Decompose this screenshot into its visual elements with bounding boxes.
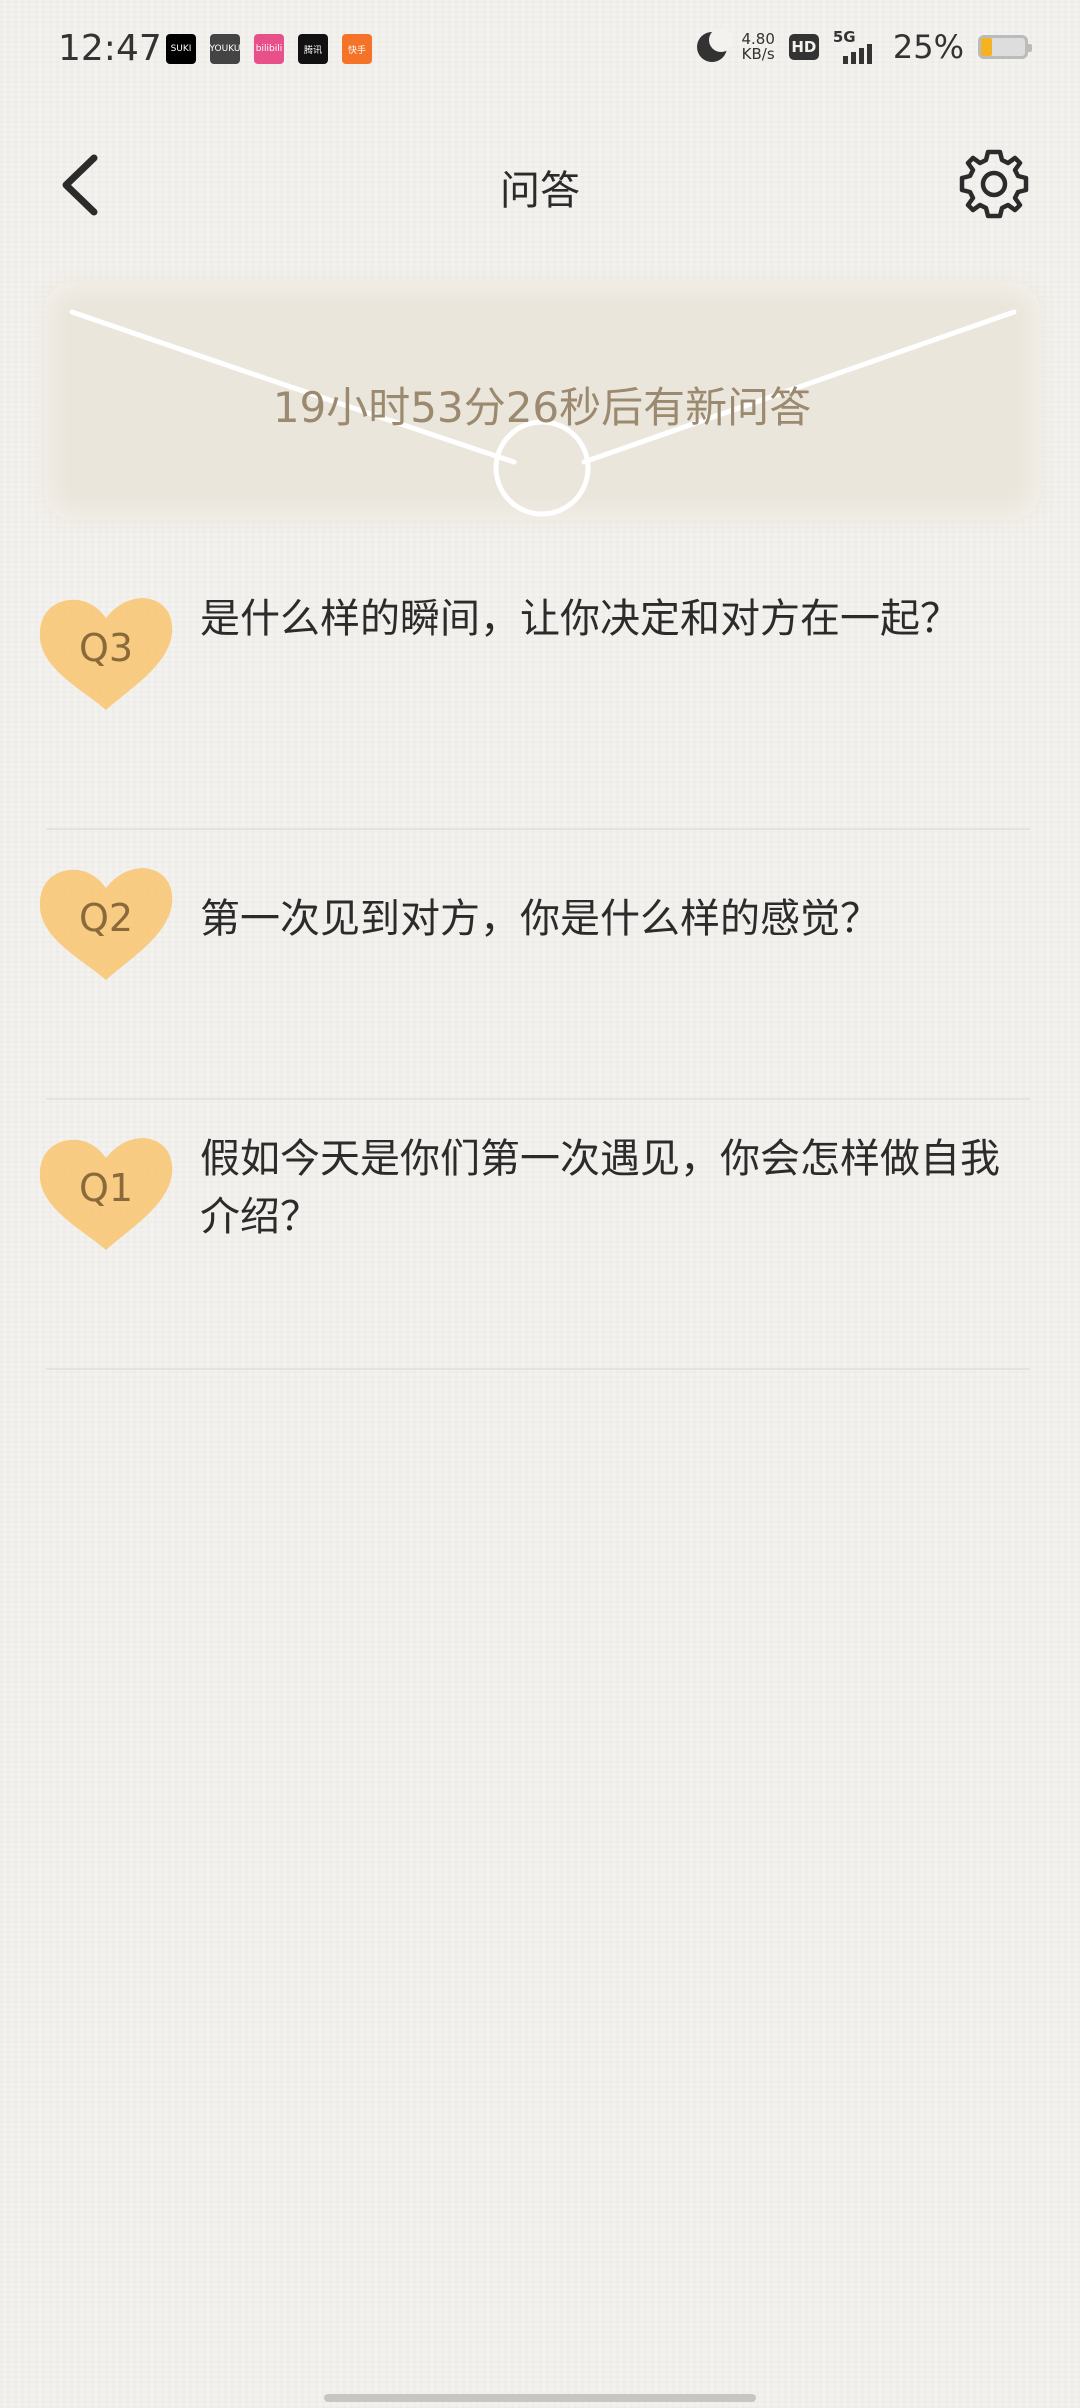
question-text: 是什么样的瞬间，让你决定和对方在一起？	[200, 596, 960, 642]
question-badge: Q2	[36, 862, 176, 984]
settings-button[interactable]	[956, 146, 1032, 222]
question-list: Q3 是什么样的瞬间，让你决定和对方在一起？ Q2 第一次见到对方，你是什么样的…	[0, 560, 1080, 1370]
kuaishou-app-icon: 快手	[342, 34, 372, 64]
battery-fill	[981, 38, 992, 56]
question-text: 假如今天是你们第一次遇见，你会怎样做自我介绍？	[200, 1136, 1000, 1240]
battery-icon	[978, 35, 1032, 59]
countdown-text: 19小时53分26秒后有新问答	[272, 383, 812, 432]
status-time: 12:47	[58, 28, 162, 69]
divider	[46, 1368, 1030, 1370]
suki-app-icon: SUKI	[166, 34, 196, 64]
status-indicators: 4.80 KB/s HD 5G 25%	[697, 28, 1032, 66]
notification-app-icons: SUKI YOUKU bilibili 腾讯 快手	[166, 34, 372, 64]
gear-icon	[959, 149, 1029, 219]
battery-percent: 25%	[892, 28, 964, 66]
countdown-banner: 19小时53分26秒后有新问答	[44, 282, 1040, 520]
page-title: 问答	[500, 168, 580, 214]
nav-bar: 问答	[0, 140, 1080, 230]
do-not-disturb-icon	[697, 28, 734, 62]
question-text: 第一次见到对方，你是什么样的感觉？	[200, 896, 880, 942]
signal-icon: 5G	[833, 28, 879, 64]
youku-app-icon: YOUKU	[210, 34, 240, 64]
question-badge: Q1	[36, 1132, 176, 1254]
tencent-app-icon: 腾讯	[298, 34, 328, 64]
question-number: Q2	[78, 896, 134, 940]
network-speed: 4.80 KB/s	[741, 32, 774, 62]
question-number: Q1	[78, 1166, 134, 1210]
question-item-q2[interactable]: Q2 第一次见到对方，你是什么样的感觉？	[0, 830, 1080, 1100]
bilibili-app-icon: bilibili	[254, 34, 284, 64]
home-indicator[interactable]	[324, 2394, 756, 2402]
question-badge: Q3	[36, 592, 176, 714]
question-number: Q3	[78, 626, 134, 670]
hd-icon: HD	[788, 34, 819, 60]
question-item-q1[interactable]: Q1 假如今天是你们第一次遇见，你会怎样做自我介绍？	[0, 1100, 1080, 1370]
network-speed-unit: KB/s	[741, 45, 775, 63]
status-bar: 12:47 SUKI YOUKU bilibili 腾讯 快手 4.80 KB/…	[0, 0, 1080, 100]
question-item-q3[interactable]: Q3 是什么样的瞬间，让你决定和对方在一起？	[0, 560, 1080, 830]
